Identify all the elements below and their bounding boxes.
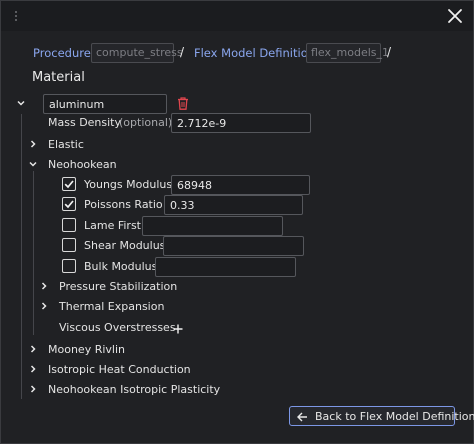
material-name-input[interactable] [43,94,167,114]
group-neohookean-isotropic-plasticity[interactable]: Neohookean Isotropic Plasticity [48,383,220,396]
youngs-modulus-label: Youngs Modulus [84,178,173,191]
tree-guide-line [33,171,34,335]
group-pressure-stabilization[interactable]: Pressure Stabilization [59,280,177,293]
thermal-expansion-chevron[interactable] [39,301,49,311]
breadcrumb-flex-definitions-link[interactable]: Flex Model Definitions [194,46,321,60]
poissons-ratio-label: Poissons Ratio [84,198,163,211]
pressure-stabilization-chevron[interactable] [39,281,49,291]
dialog-titlebar [1,1,473,31]
back-button-label: Back to Flex Model Definitions [315,410,474,423]
group-isotropic-heat-conduction[interactable]: Isotropic Heat Conduction [48,363,191,376]
chevron-right-icon [30,140,36,148]
shear-modulus-label: Shear Modulus [84,239,166,252]
bulk-modulus-checkbox[interactable] [62,259,76,273]
back-to-flex-definitions-button[interactable]: Back to Flex Model Definitions [289,406,474,426]
viscous-overstresses-label: Viscous Overstresses [59,321,176,334]
group-elastic[interactable]: Elastic [48,138,84,151]
poissons-ratio-input[interactable] [164,195,303,215]
chevron-down-icon [17,100,25,106]
close-icon [448,9,462,23]
material-collapse-chevron[interactable] [16,98,26,108]
poissons-ratio-checkbox[interactable] [62,197,76,211]
shear-modulus-checkbox[interactable] [62,238,76,252]
checkmark-icon [64,200,74,209]
section-title-material: Material [32,70,85,85]
breadcrumb-flex-model-name[interactable]: flex_models_1 [306,43,389,63]
chevron-right-icon [41,282,47,290]
bulk-modulus-input[interactable] [155,257,296,277]
checkmark-icon [64,180,74,189]
youngs-modulus-checkbox[interactable] [62,177,76,191]
group-thermal-expansion[interactable]: Thermal Expansion [59,300,164,313]
drag-handle-icon[interactable] [13,10,19,22]
elastic-expand-chevron[interactable] [28,139,38,149]
youngs-modulus-input[interactable] [171,175,310,195]
chevron-down-icon [29,161,37,167]
breadcrumb-procedure-name[interactable]: compute_stress [91,43,183,63]
bulk-modulus-label: Bulk Modulus [84,260,158,273]
chevron-right-icon [30,385,36,393]
tree-guide-line [21,114,22,399]
isotropic-heat-conduction-chevron[interactable] [28,364,38,374]
group-mooney-rivlin[interactable]: Mooney Rivlin [48,343,125,356]
shear-modulus-input[interactable] [163,236,304,256]
lame-first-input[interactable] [142,216,283,236]
lame-first-label: Lame First [84,219,141,232]
add-viscous-overstress-button[interactable] [172,320,184,334]
neohookean-isotropic-plasticity-chevron[interactable] [28,384,38,394]
breadcrumb-separator: / [387,45,392,59]
mass-density-input[interactable] [171,113,311,133]
group-neohookean[interactable]: Neohookean [48,158,117,171]
chevron-right-icon [30,365,36,373]
chevron-right-icon [41,302,47,310]
breadcrumb-separator: / [180,45,185,59]
breadcrumb-procedures-link[interactable]: Procedures [33,46,97,60]
arrow-left-icon [297,412,307,422]
chevron-right-icon [30,345,36,353]
mass-density-label: Mass Density [48,116,122,129]
flex-model-dialog: Procedures compute_stress / Flex Model D… [0,0,474,444]
mass-density-optional-label: (optional) [119,116,173,129]
lame-first-checkbox[interactable] [62,218,76,232]
delete-material-button[interactable] [176,96,190,111]
close-button[interactable] [444,5,466,27]
neohookean-collapse-chevron[interactable] [28,159,38,169]
mooney-rivlin-chevron[interactable] [28,344,38,354]
plus-icon [173,324,183,334]
trash-icon [178,97,188,110]
